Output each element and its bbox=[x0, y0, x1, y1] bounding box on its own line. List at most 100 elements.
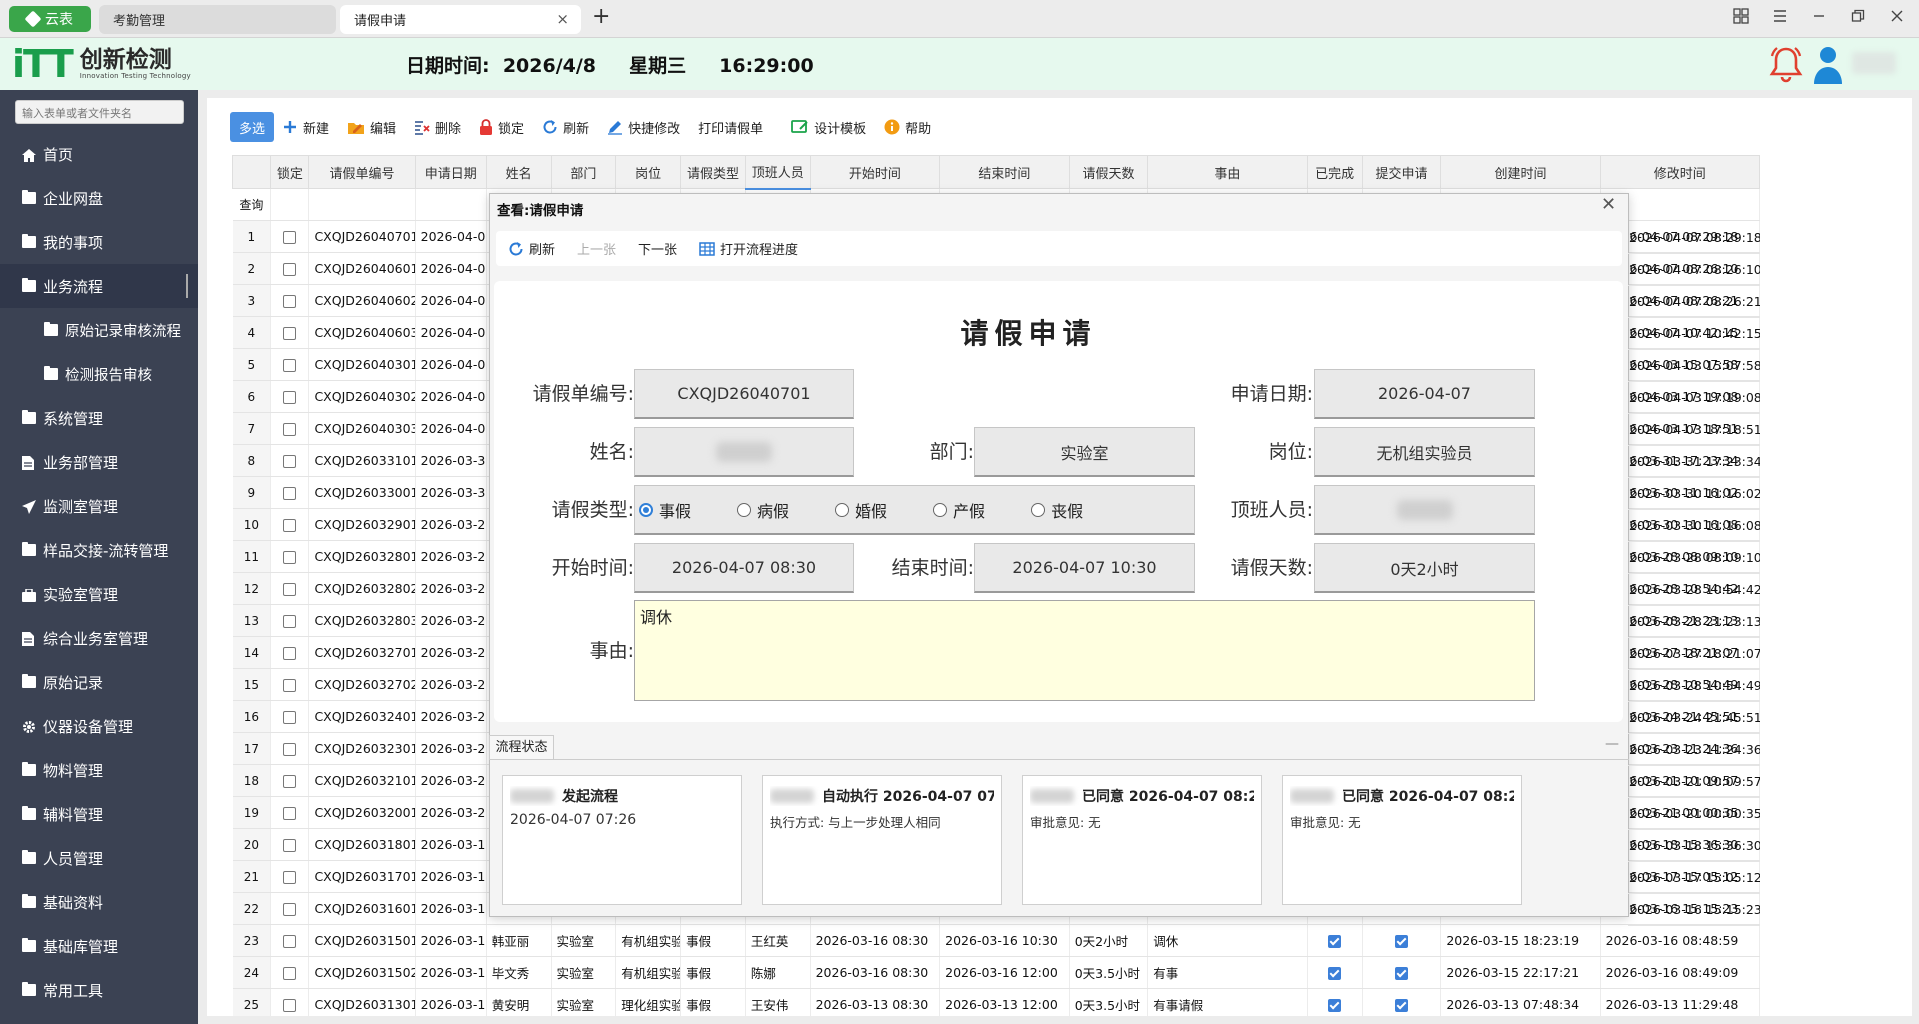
column-header-7[interactable]: 请假类型 bbox=[680, 155, 746, 189]
cell-submitted[interactable] bbox=[1362, 956, 1442, 989]
sidebar-item-10[interactable]: 实验室管理 bbox=[0, 572, 198, 616]
lock-checkbox[interactable] bbox=[283, 583, 297, 596]
user-avatar-icon[interactable] bbox=[1812, 44, 1844, 86]
column-header-11[interactable]: 请假天数 bbox=[1068, 155, 1149, 189]
lock-checkbox[interactable] bbox=[283, 615, 297, 628]
design-template-button[interactable]: 设计模板 bbox=[791, 118, 866, 137]
lock-cell[interactable] bbox=[270, 348, 310, 381]
sidebar-item-5[interactable]: 检测报告审核 bbox=[0, 352, 198, 396]
lock-checkbox[interactable] bbox=[283, 903, 297, 916]
flow-status-tab[interactable]: 流程状态 bbox=[489, 735, 554, 759]
sidebar-item-19[interactable]: 常用工具 bbox=[0, 968, 198, 1012]
refresh-button[interactable]: 刷新 bbox=[542, 118, 589, 137]
field-leave-id[interactable]: CXQJD26040701 bbox=[634, 369, 854, 419]
prev-record-button[interactable]: 上一张 bbox=[577, 239, 616, 258]
cell-completed[interactable] bbox=[1307, 924, 1363, 957]
sidebar-item-16[interactable]: 人员管理 bbox=[0, 836, 198, 880]
radio-病假[interactable]: 病假 bbox=[737, 498, 789, 522]
lock-checkbox[interactable] bbox=[283, 775, 297, 788]
query-cell[interactable] bbox=[270, 188, 310, 221]
lock-cell[interactable] bbox=[270, 284, 310, 317]
column-header-12[interactable]: 事由 bbox=[1147, 155, 1308, 189]
restore-icon[interactable] bbox=[1845, 8, 1871, 28]
lock-cell[interactable] bbox=[270, 828, 310, 861]
open-flow-button[interactable]: 打开流程进度 bbox=[699, 239, 798, 258]
completed-checkbox[interactable] bbox=[1328, 935, 1342, 948]
tab-attendance[interactable]: 考勤管理 bbox=[99, 5, 336, 34]
lock-cell[interactable] bbox=[270, 252, 310, 285]
lock-cell[interactable] bbox=[270, 316, 310, 349]
sidebar-item-8[interactable]: 监测室管理 bbox=[0, 484, 198, 528]
sidebar-item-14[interactable]: 物料管理 bbox=[0, 748, 198, 792]
lock-checkbox[interactable] bbox=[283, 679, 297, 692]
query-cell[interactable] bbox=[308, 188, 416, 221]
lock-checkbox[interactable] bbox=[283, 839, 297, 852]
sidebar-item-4[interactable]: 原始记录审核流程 bbox=[0, 308, 198, 352]
column-header-6[interactable]: 岗位 bbox=[615, 155, 682, 189]
lock-checkbox[interactable] bbox=[283, 551, 297, 564]
field-reason[interactable]: 调休 bbox=[634, 600, 1535, 701]
new-button[interactable]: 新建 bbox=[282, 118, 329, 137]
radio-circle-icon[interactable] bbox=[835, 503, 850, 517]
lock-checkbox[interactable] bbox=[283, 359, 297, 372]
close-tab-icon[interactable]: × bbox=[556, 10, 569, 28]
radio-产假[interactable]: 产假 bbox=[933, 498, 985, 522]
lock-cell[interactable] bbox=[270, 764, 310, 797]
lock-checkbox[interactable] bbox=[283, 871, 297, 884]
field-days[interactable]: 0天2小时 bbox=[1314, 543, 1535, 593]
sidebar-item-15[interactable]: 辅料管理 bbox=[0, 792, 198, 836]
column-header-2[interactable]: 请假单编号 bbox=[308, 155, 416, 189]
sidebar-item-2[interactable]: 我的事项 bbox=[0, 220, 198, 264]
bell-icon[interactable] bbox=[1768, 44, 1804, 84]
radio-婚假[interactable]: 婚假 bbox=[835, 498, 887, 522]
help-button[interactable]: 帮助 bbox=[884, 118, 931, 137]
table-row[interactable]: 24 CXQJD260315022026-03-15毕文秀实验室有机组实验员事假陈… bbox=[232, 956, 1761, 989]
lock-cell[interactable] bbox=[270, 956, 310, 989]
delete-button[interactable]: 删除 bbox=[414, 118, 461, 137]
lock-cell[interactable] bbox=[270, 476, 310, 509]
lock-cell[interactable] bbox=[270, 508, 310, 541]
lock-cell[interactable] bbox=[270, 604, 310, 637]
lock-checkbox[interactable] bbox=[283, 967, 297, 980]
radio-circle-icon[interactable] bbox=[933, 503, 948, 517]
query-cell[interactable] bbox=[415, 188, 487, 221]
column-header-1[interactable]: 锁定 bbox=[270, 155, 310, 189]
minimize-icon[interactable] bbox=[1806, 8, 1832, 28]
lock-checkbox[interactable] bbox=[283, 647, 297, 660]
sidebar-item-6[interactable]: 系统管理 bbox=[0, 396, 198, 440]
lock-checkbox[interactable] bbox=[283, 327, 297, 340]
field-dept[interactable]: 实验室 bbox=[974, 427, 1195, 477]
radio-circle-icon[interactable] bbox=[737, 503, 752, 517]
cell-completed[interactable] bbox=[1307, 956, 1363, 989]
field-substitute[interactable] bbox=[1314, 485, 1535, 535]
completed-checkbox[interactable] bbox=[1328, 967, 1342, 980]
lock-checkbox[interactable] bbox=[283, 391, 297, 404]
print-button[interactable]: 打印请假单 bbox=[698, 118, 763, 137]
sidebar-item-0[interactable]: 首页 bbox=[0, 132, 198, 176]
lock-cell[interactable] bbox=[270, 220, 310, 253]
lock-checkbox[interactable] bbox=[283, 263, 297, 276]
column-header-8[interactable]: 顶班人员 bbox=[744, 155, 811, 190]
lock-checkbox[interactable] bbox=[283, 231, 297, 244]
menu-icon[interactable] bbox=[1767, 8, 1793, 28]
sidebar-item-17[interactable]: 基础资料 bbox=[0, 880, 198, 924]
radio-丧假[interactable]: 丧假 bbox=[1031, 498, 1083, 522]
lock-checkbox[interactable] bbox=[283, 487, 297, 500]
lock-cell[interactable] bbox=[270, 732, 310, 765]
column-header-5[interactable]: 部门 bbox=[550, 155, 617, 189]
column-header-0[interactable] bbox=[231, 155, 272, 189]
submitted-checkbox[interactable] bbox=[1395, 935, 1409, 948]
collapse-icon[interactable]: — bbox=[1605, 736, 1619, 752]
lock-button[interactable]: 锁定 bbox=[479, 118, 524, 137]
column-header-15[interactable]: 创建时间 bbox=[1440, 155, 1601, 189]
multi-select-button[interactable]: 多选 bbox=[230, 112, 274, 142]
sidebar-search-input[interactable]: 输入表单或者文件夹名 bbox=[15, 100, 184, 124]
lock-checkbox[interactable] bbox=[283, 711, 297, 724]
sidebar-item-12[interactable]: 原始记录 bbox=[0, 660, 198, 704]
sidebar-item-7[interactable]: 业务部管理 bbox=[0, 440, 198, 484]
edit-button[interactable]: 编辑 bbox=[347, 118, 396, 137]
radio-事假[interactable]: 事假 bbox=[639, 498, 691, 522]
dialog-refresh-button[interactable]: 刷新 bbox=[508, 239, 555, 258]
lock-cell[interactable] bbox=[270, 796, 310, 829]
submitted-checkbox[interactable] bbox=[1395, 967, 1409, 980]
